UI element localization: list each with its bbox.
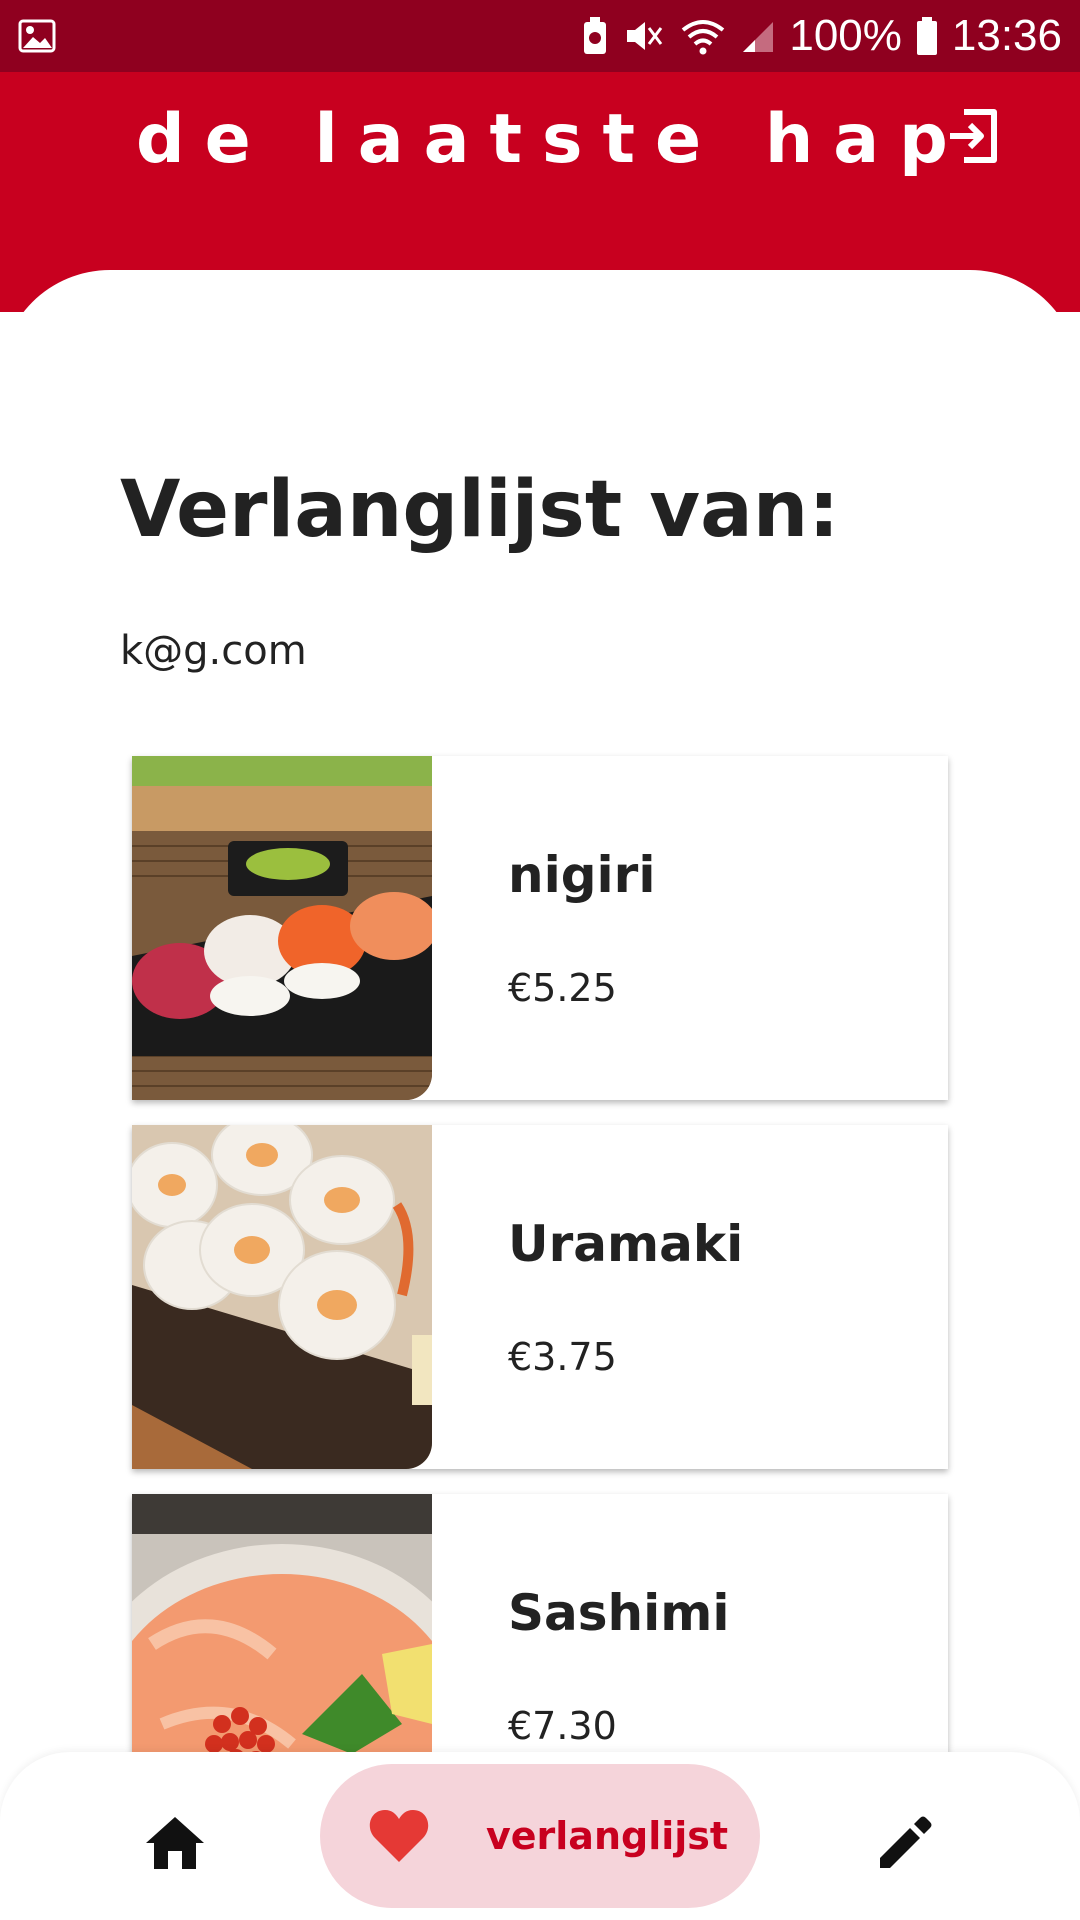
item-name: nigiri	[508, 846, 656, 904]
item-price: €3.75	[508, 1335, 617, 1379]
heart-icon	[369, 1810, 429, 1862]
gallery-icon	[18, 18, 56, 54]
battery-percent: 100%	[789, 11, 902, 60]
item-price: €7.30	[508, 1704, 617, 1748]
status-bar: 100% 13:36	[0, 0, 1080, 72]
item-name: Uramaki	[508, 1215, 744, 1273]
user-email: k@g.com	[120, 628, 307, 674]
signal-icon	[741, 18, 775, 54]
page-title: Verlanglijst van:	[120, 465, 840, 555]
card-body: nigiri €5.25	[432, 756, 948, 1100]
status-time: 13:36	[951, 11, 1062, 60]
card-body: Uramaki €3.75	[432, 1125, 948, 1469]
mute-icon	[623, 16, 665, 56]
battery-icon	[916, 16, 938, 56]
wifi-icon	[679, 16, 727, 56]
main-content: Verlanglijst van: k@g.com nigiri €5.25 U…	[0, 270, 1080, 1920]
app-title: de laatste hap	[136, 100, 968, 179]
nav-wishlist-button[interactable]: verlanglijst	[320, 1764, 760, 1908]
pencil-icon	[880, 1816, 932, 1868]
wishlist-card[interactable]: nigiri €5.25	[132, 756, 948, 1100]
nigiri-photo	[132, 756, 432, 1100]
nav-wishlist-label: verlanglijst	[486, 1814, 729, 1858]
bottom-navigation: verlanglijst	[0, 1752, 1080, 1920]
nav-home-button[interactable]	[140, 1808, 210, 1878]
wishlist-card[interactable]: Uramaki €3.75	[132, 1125, 948, 1469]
uramaki-photo	[132, 1125, 432, 1469]
item-name: Sashimi	[508, 1584, 730, 1642]
wishlist: nigiri €5.25 Uramaki €3.75 Sashimi €7.30	[132, 756, 948, 1863]
logout-icon	[950, 109, 997, 163]
home-icon	[146, 1817, 204, 1869]
nav-edit-button[interactable]	[870, 1808, 940, 1878]
battery-saver-icon	[581, 16, 609, 56]
item-price: €5.25	[508, 966, 617, 1010]
logout-button[interactable]	[940, 104, 1004, 168]
